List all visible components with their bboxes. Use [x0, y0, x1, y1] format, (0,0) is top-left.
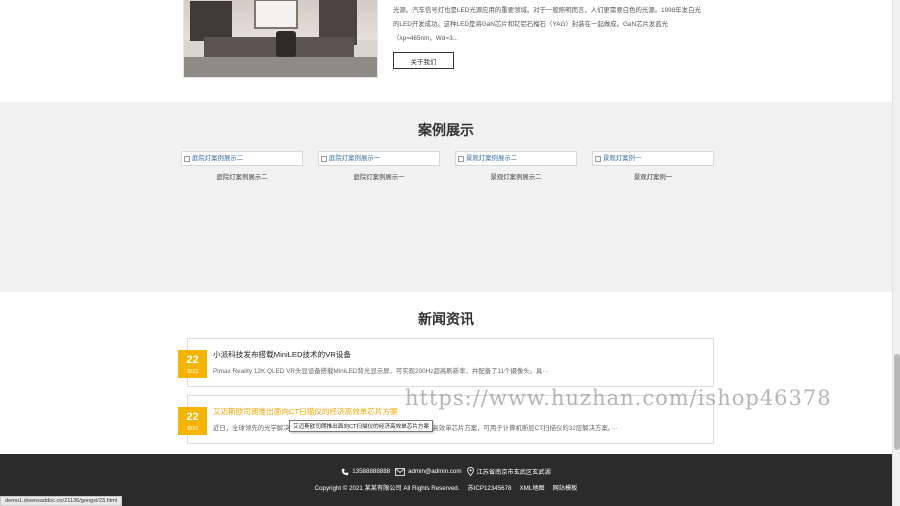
case-caption[interactable]: 庭院灯案例展示二 [181, 172, 303, 181]
news-item-summary: Pimax Reality 12K QLED VR头显设备搭载MiniLED背光… [213, 368, 549, 375]
about-text-line: （λp=465nm，Wd=3... [393, 35, 459, 42]
about-text-line: 的LED开发成功。这种LED是将GaN芯片和钇铝石榴石（YAG）封装在一起做成。… [393, 21, 669, 28]
news-item-summary: 近日，全球领先的光学解决方案供应商艾迈斯欧司朗推出面向CT扫描仪的经济高效单芯片… [213, 423, 703, 432]
about-office-image [183, 0, 378, 78]
footer-icp-link[interactable]: 苏ICP12345678 [467, 483, 511, 492]
case-card[interactable]: 景观灯案例展示二 景观灯案例展示二 [455, 151, 577, 181]
news-item-title[interactable]: 小派科技发布搭载MiniLED技术的VR设备 [213, 349, 351, 360]
page-viewport: 光源。汽车信号灯也是LED光源应用的重要领域。对于一般照明而言，人们更需要白色的… [0, 0, 892, 506]
broken-image-icon [184, 155, 190, 162]
footer-email-address: admin@admin.com [408, 468, 462, 475]
news-date-day: 22 [186, 411, 199, 423]
case-image-alt: 景观灯案例一 [603, 155, 642, 162]
vertical-scrollbar[interactable] [892, 0, 900, 506]
footer-copyright-row: Copyright © 2021 某某有限公司 All Rights Reser… [0, 483, 892, 492]
browser-status-url: demo1.downsaddoc.cn/21136/gongsi/23.html [0, 496, 123, 506]
about-description: 光源。汽车信号灯也是LED光源应用的重要领域。对于一般照明而言，人们更需要白色的… [393, 4, 713, 46]
news-item-title-hovered[interactable]: 艾迈斯欧司朗推出面向CT扫描仪的经济高效单芯片方案 [213, 406, 398, 417]
news-date-year: 2021 [186, 369, 199, 375]
case-card[interactable]: 庭院灯案例展示一 庭院灯案例展示一 [318, 151, 440, 181]
case-image-broken[interactable]: 庭院灯案例展示一 [318, 151, 440, 166]
footer-copyright: Copyright © 2021 某某有限公司 All Rights Reser… [314, 485, 460, 492]
site-footer: 13588888888 admin@admin.com 江苏省南京市玄武区玄武湖… [0, 454, 892, 506]
footer-contacts: 13588888888 admin@admin.com 江苏省南京市玄武区玄武湖 [0, 467, 892, 476]
about-section: 光源。汽车信号灯也是LED光源应用的重要领域。对于一般照明而言，人们更需要白色的… [0, 0, 892, 102]
phone-icon [342, 468, 349, 475]
about-text-line: 光源。汽车信号灯也是LED光源应用的重要领域。对于一般照明而言，人们更需要白色的… [393, 7, 701, 14]
news-title: 新闻资讯 [418, 311, 474, 327]
location-pin-icon [466, 467, 474, 476]
case-image-alt: 庭院灯案例展示一 [329, 155, 381, 162]
news-date-badge: 22 2021 [178, 350, 207, 378]
cases-section: 案例展示 庭院灯案例展示二 庭院灯案例展示二 庭院灯案例展示一 庭院灯案例展示一… [0, 102, 892, 292]
news-date-badge: 22 2021 [178, 407, 207, 435]
footer-address-text: 江苏省南京市玄武区玄武湖 [476, 469, 551, 476]
case-image-broken[interactable]: 景观灯案例一 [592, 151, 714, 166]
footer-template-link[interactable]: 网站模板 [553, 483, 578, 492]
footer-xml-map-link[interactable]: XML地图 [520, 483, 545, 492]
case-image-alt: 景观灯案例展示二 [466, 155, 518, 162]
case-card[interactable]: 庭院灯案例展示二 庭院灯案例展示二 [181, 151, 303, 181]
scrollbar-thumb[interactable] [894, 354, 900, 450]
footer-phone-number: 13588888888 [352, 468, 391, 475]
case-caption[interactable]: 庭院灯案例展示一 [318, 172, 440, 181]
news-item[interactable]: 22 2021 小派科技发布搭载MiniLED技术的VR设备 Pimax Rea… [178, 338, 714, 387]
case-caption[interactable]: 景观灯案例展示二 [455, 172, 577, 181]
news-date-day: 22 [186, 354, 199, 366]
footer-address: 江苏省南京市玄武区玄武湖 [466, 467, 551, 476]
case-card[interactable]: 景观灯案例一 景观灯案例一 [592, 151, 714, 181]
case-image-alt: 庭院灯案例展示二 [192, 155, 244, 162]
mail-icon [395, 467, 406, 476]
footer-phone: 13588888888 [341, 468, 390, 476]
news-item[interactable]: 22 2021 艾迈斯欧司朗推出面向CT扫描仪的经济高效单芯片方案 近日，全球领… [178, 395, 714, 444]
cases-title: 案例展示 [418, 122, 474, 138]
case-image-broken[interactable]: 庭院灯案例展示二 [181, 151, 303, 166]
footer-email: admin@admin.com [395, 467, 462, 476]
case-image-broken[interactable]: 景观灯案例展示二 [455, 151, 577, 166]
news-section: 新闻资讯 22 2021 小派科技发布搭载MiniLED技术的VR设备 Pima… [0, 292, 892, 454]
broken-image-icon [321, 155, 327, 162]
broken-image-icon [458, 155, 464, 162]
link-tooltip: 艾迈斯欧司朗推出面向CT扫描仪的经济高效单芯片方案 [289, 420, 434, 432]
broken-image-icon [595, 155, 601, 162]
about-us-button[interactable]: 关于我们 [393, 52, 454, 69]
case-caption[interactable]: 景观灯案例一 [592, 172, 714, 181]
news-date-year: 2021 [186, 426, 199, 432]
